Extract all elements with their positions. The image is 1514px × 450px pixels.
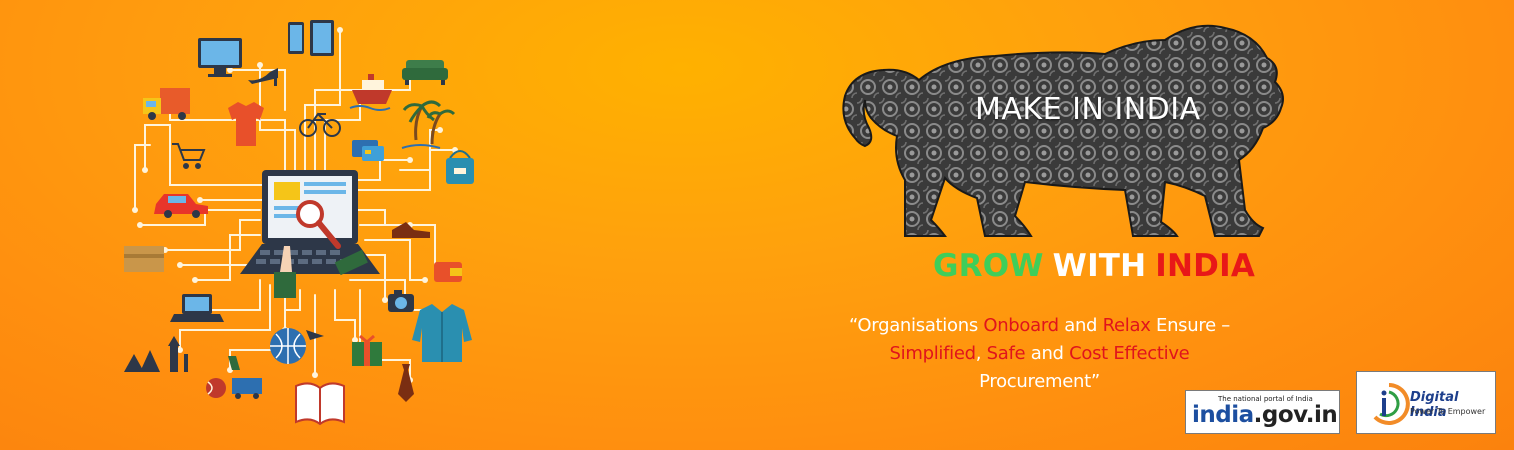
india-gov-in-word: india: [1192, 402, 1254, 428]
tagline-text: Ensure –: [1150, 315, 1230, 336]
palm-tree-icon: [401, 100, 456, 149]
tagline-highlight: Relax: [1102, 315, 1151, 336]
lion-logo: MAKE IN INDIA: [835, 10, 1305, 250]
ship-icon: [349, 74, 392, 111]
grow-word: GROW: [933, 248, 1044, 284]
grow-with-india-heading: GROW WITH INDIA: [933, 248, 1255, 284]
delivery-truck-icon: [143, 88, 190, 120]
book-icon: [295, 382, 345, 426]
tagline-highlight: Safe: [986, 343, 1026, 364]
shirt-icon: [412, 304, 472, 362]
digital-india-logo-icon: [1373, 383, 1410, 425]
tablet-icon: [288, 20, 334, 56]
india-gov-in-wordmark: india.gov.in: [1192, 402, 1338, 428]
with-word: WITH: [1052, 248, 1147, 284]
digital-india-badge[interactable]: Digital India Power To Empower: [1356, 371, 1496, 434]
sports-icon: [206, 356, 262, 399]
laptop-icon: [170, 294, 224, 322]
credit-card-icon: [352, 140, 384, 161]
shopping-cart-icon: [172, 143, 206, 169]
india-word: INDIA: [1155, 248, 1256, 284]
monitor-icon: [198, 38, 242, 77]
india-gov-in-domain: .gov.in: [1253, 402, 1338, 428]
tagline-text: and: [1025, 343, 1070, 364]
tie-icon: [398, 364, 414, 402]
tagline-highlight: Onboard: [983, 315, 1059, 336]
tagline: “Organisations Onboard and Relax Ensure …: [812, 312, 1267, 396]
sofa-icon: [402, 60, 448, 85]
wallet-icon: [434, 262, 462, 282]
tagline-close-quote: ”: [1090, 371, 1100, 392]
ecommerce-illustration: [110, 10, 490, 440]
make-in-india-banner: MAKE IN INDIA GROW WITH INDIA “Organisatio…: [0, 0, 1514, 450]
digital-india-subtitle: Power To Empower: [1410, 407, 1486, 416]
tagline-text: Procurement: [979, 371, 1091, 392]
tagline-text: and: [1058, 315, 1103, 336]
tagline-text: ,: [975, 343, 987, 364]
tagline-highlight: Simplified: [889, 343, 977, 364]
tshirt-icon: [228, 102, 264, 146]
india-gov-in-badge[interactable]: The national portal of India india.gov.i…: [1185, 390, 1340, 434]
monuments-icon: [124, 336, 188, 372]
make-in-india-title: MAKE IN INDIA: [975, 92, 1201, 127]
tagline-text: Organisations: [857, 315, 984, 336]
camera-icon: [388, 290, 414, 312]
tagline-highlight: Cost Effective: [1069, 343, 1190, 364]
parcel-box-icon: [124, 246, 164, 272]
handbag-icon: [446, 150, 474, 184]
